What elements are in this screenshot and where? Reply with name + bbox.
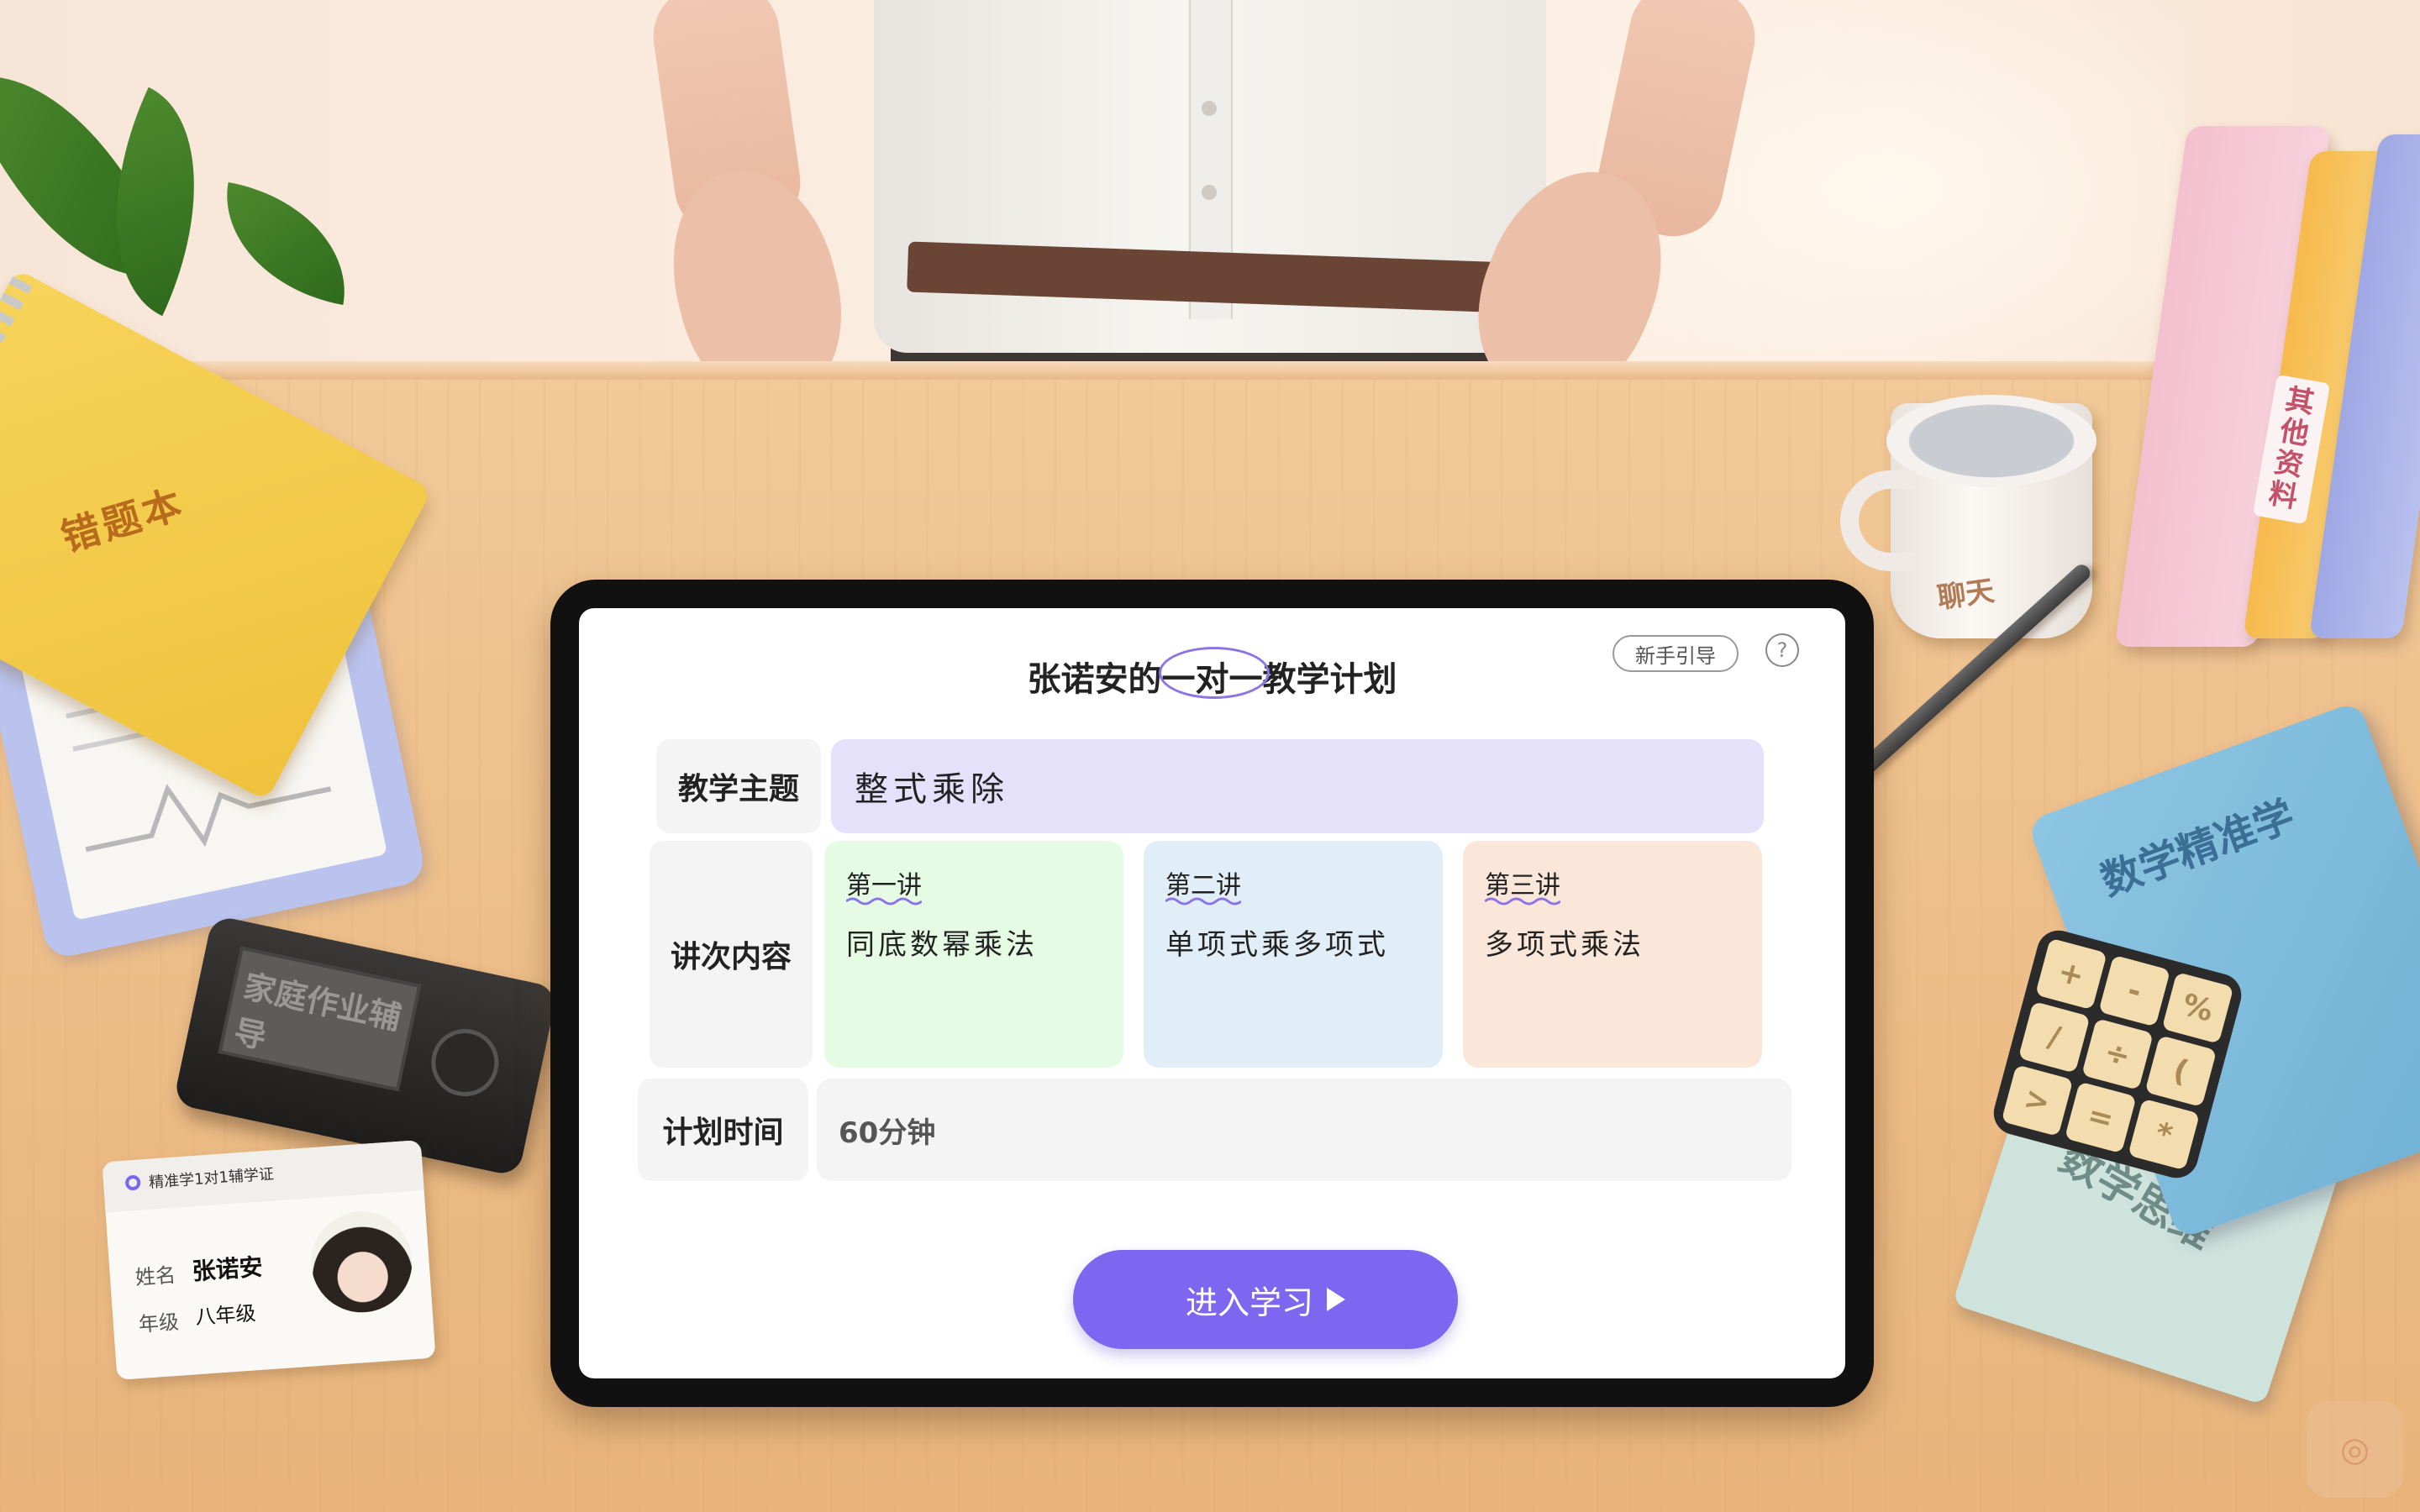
cube-symbol: +	[2034, 937, 2107, 1011]
cube-symbol: ÷	[2081, 1018, 2154, 1090]
cube-symbol: =	[2064, 1081, 2137, 1154]
lecture-content: 单项式乘多项式	[1165, 928, 1389, 962]
time-label: 计划时间	[638, 1079, 808, 1181]
cube-symbol: >	[2001, 1064, 2074, 1137]
lectures-label: 讲次内容	[650, 841, 813, 1068]
lecture-card-2[interactable]: 第二讲 单项式乘多项式	[1144, 841, 1443, 1068]
camera-dial-icon	[424, 1022, 505, 1103]
lecture-content: 多项式乘法	[1485, 928, 1644, 962]
help-icon[interactable]: ?	[1765, 633, 1799, 667]
student-name: 张诺安	[191, 1252, 264, 1286]
name-label: 姓名	[134, 1263, 176, 1290]
cup-rim	[1886, 395, 2096, 487]
grade-label: 年级	[138, 1310, 180, 1336]
wavy-underline-icon	[1485, 897, 1560, 906]
topic-label: 教学主题	[656, 739, 821, 833]
blue-book-title: 数学精准学	[2095, 791, 2301, 906]
app-badge-icon[interactable]: ◎	[2307, 1401, 2403, 1498]
enter-study-button[interactable]: 进入学习	[1073, 1250, 1458, 1349]
cube-symbol: (	[2144, 1035, 2217, 1108]
cube-symbol: -	[2098, 954, 2171, 1027]
cube-symbol: *	[2128, 1098, 2201, 1171]
play-icon	[1327, 1288, 1345, 1311]
notebook-spiral	[0, 276, 33, 584]
student-grade: 八年级	[194, 1301, 257, 1330]
lecture-card-1[interactable]: 第一讲 同底数幂乘法	[824, 841, 1123, 1068]
cube-symbol: %	[2161, 971, 2234, 1044]
shirt-button	[1202, 101, 1217, 116]
shirt-button	[1202, 185, 1217, 200]
topic-value: 整式乘除	[831, 739, 1764, 833]
study-desk-scene: 错题本 家庭作业辅导 精准学1对1辅学证 姓名 张诺安 年级 八年级 聊天 其他…	[0, 0, 2420, 1512]
desk-edge	[0, 361, 2420, 380]
wavy-underline-icon	[1165, 897, 1241, 906]
enter-study-label: 进入学习	[1185, 1284, 1313, 1321]
wavy-underline-icon	[846, 897, 922, 906]
student-id-card[interactable]: 精准学1对1辅学证 姓名 张诺安 年级 八年级	[102, 1140, 436, 1380]
cube-symbol: /	[2018, 1000, 2091, 1074]
lecture-card-3[interactable]: 第三讲 多项式乘法	[1463, 841, 1762, 1068]
beginner-guide-button[interactable]: 新手引导	[1612, 635, 1739, 672]
tablet-device: 张诺安的一对一教学计划 新手引导 ? 教学主题 整式乘除 讲次内容 第一讲 同底…	[550, 580, 1874, 1407]
camera-screen-label: 家庭作业辅导	[218, 946, 422, 1092]
notebook-title: 错题本	[55, 480, 190, 561]
avatar	[308, 1208, 416, 1316]
lecture-content: 同底数幂乘法	[846, 928, 1038, 962]
teaching-plan-screen: 张诺安的一对一教学计划 新手引导 ? 教学主题 整式乘除 讲次内容 第一讲 同底…	[579, 608, 1845, 1378]
planned-time-value: 60分钟	[817, 1079, 1791, 1181]
cup-label: 聊天	[1935, 574, 1996, 616]
